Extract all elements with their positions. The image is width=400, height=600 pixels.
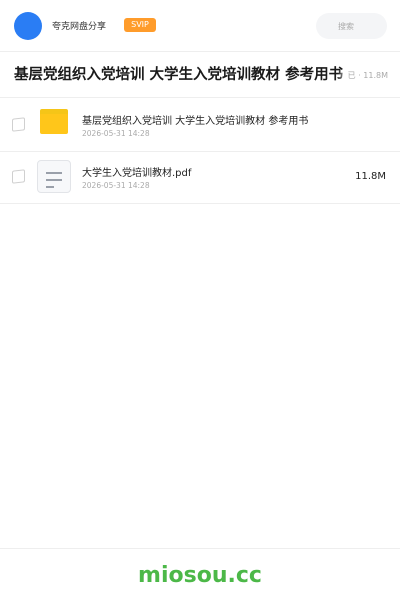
file-row-folder[interactable]: 基层党组织入党培训 大学生入党培训教材 参考用书 2026-05-31 14:2… <box>0 98 400 152</box>
file-name[interactable]: 基层党组织入党培训 大学生入党培训教材 参考用书 <box>82 112 308 127</box>
title-bar: 基层党组织入党培训 大学生入党培训教材 参考用书 已 · 11.8M <box>0 52 400 98</box>
row-checkbox[interactable] <box>12 117 25 132</box>
file-name[interactable]: 大学生入党培训教材.pdf <box>82 164 191 179</box>
file-row-pdf[interactable]: 大学生入党培训教材.pdf 2026-05-31 14:28 11.8M <box>0 150 400 204</box>
page-title: 基层党组织入党培训 大学生入党培训教材 参考用书 <box>14 67 344 83</box>
row-checkbox[interactable] <box>12 169 25 184</box>
avatar[interactable] <box>14 12 42 40</box>
footer: miosou.cc <box>0 548 400 600</box>
site-watermark[interactable]: miosou.cc <box>0 563 400 588</box>
file-date: 2026-05-31 14:28 <box>82 129 150 138</box>
search-input[interactable] <box>316 13 387 39</box>
file-date: 2026-05-31 14:28 <box>82 181 150 190</box>
folder-icon <box>40 109 68 134</box>
svip-badge[interactable]: SVIP <box>124 18 156 32</box>
share-meta: 已 · 11.8M <box>337 70 388 81</box>
header: 夸克网盘分享 SVIP <box>0 0 400 52</box>
brand-label: 夸克网盘分享 <box>52 22 107 32</box>
file-size: 11.8M <box>355 171 386 182</box>
document-icon <box>37 160 71 193</box>
